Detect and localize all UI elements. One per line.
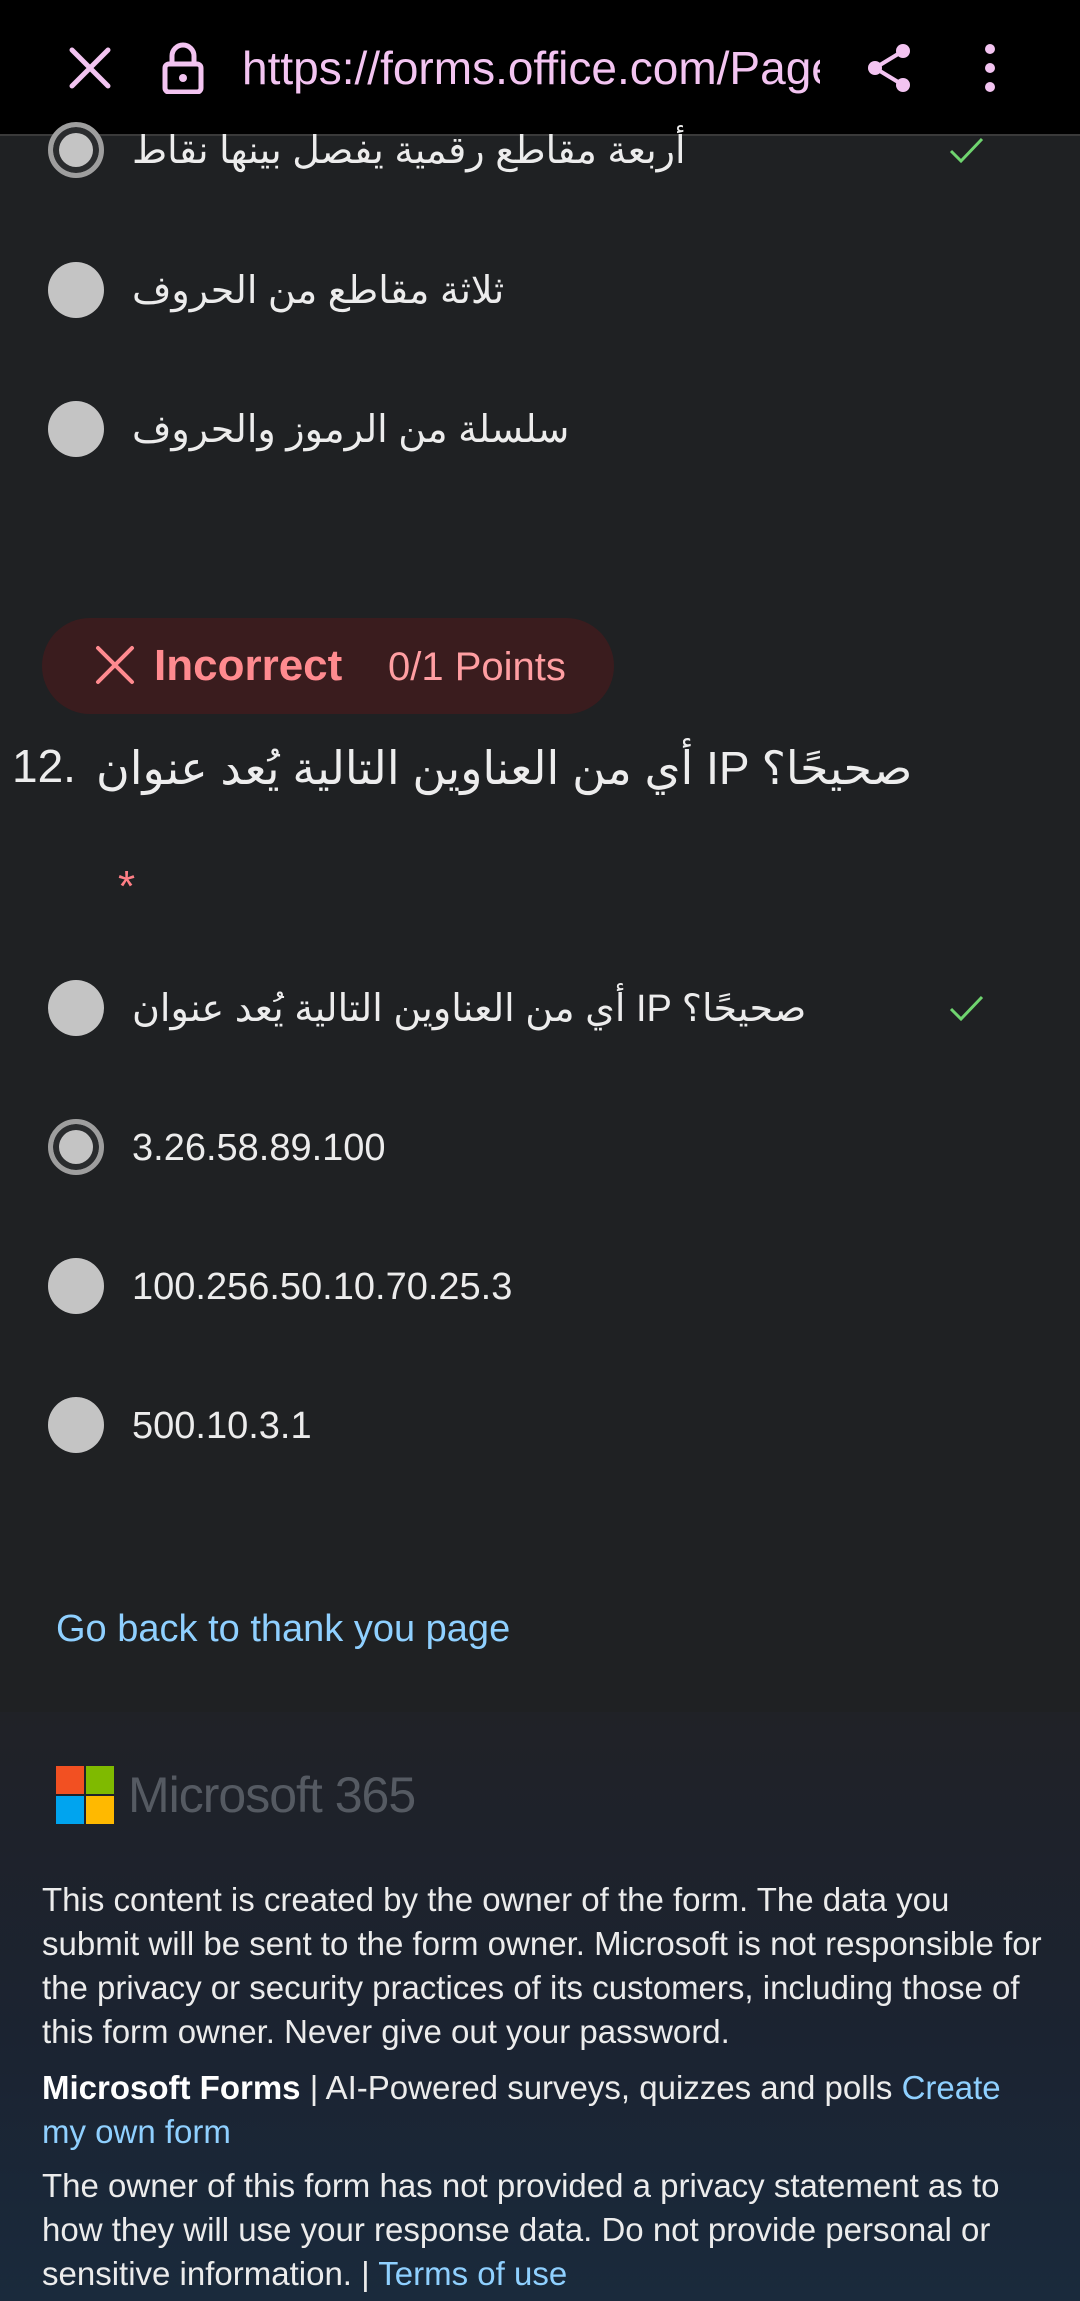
url-bar[interactable]: https://forms.office.com/Pages/ResponseP… (242, 38, 820, 98)
incorrect-x-icon (96, 646, 134, 684)
option-label: ثلاثة مقاطع من الحروف (132, 270, 505, 312)
option-label: أربعة مقاطع رقمية يفصل بينها نقاط (132, 130, 686, 172)
option-item[interactable]: 3.26.58.89.100 (0, 1087, 1080, 1207)
more-vertical-icon[interactable] (972, 40, 1008, 96)
option-label: 100.256.50.10.70.25.3 (132, 1266, 513, 1308)
radio-button[interactable] (48, 1397, 104, 1453)
radio-button[interactable] (48, 1258, 104, 1314)
radio-button[interactable] (48, 262, 104, 318)
result-badge: Incorrect 0/1 Points (42, 618, 614, 714)
result-points: 0/1 Points (388, 645, 566, 689)
product-line: Microsoft Forms | AI-Powered surveys, qu… (42, 2066, 1042, 2154)
terms-of-use-link[interactable]: Terms of use (378, 2255, 567, 2292)
microsoft-logo-icon (56, 1766, 114, 1824)
footer: Microsoft 365 This content is created by… (0, 1712, 1080, 2301)
radio-button-selected[interactable] (48, 1119, 104, 1175)
correct-check-icon (949, 137, 984, 164)
share-icon[interactable] (862, 40, 916, 96)
option-label: سلسلة من الرموز والحروف (132, 409, 570, 451)
option-item[interactable]: أي من العناوين التالية يُعد عنوان IP صحي… (0, 948, 1080, 1068)
option-item[interactable]: أربعة مقاطع رقمية يفصل بينها نقاط (0, 90, 1080, 210)
question-number: 12. (12, 740, 76, 792)
option-label: 500.10.3.1 (132, 1405, 312, 1447)
close-icon[interactable] (62, 40, 118, 96)
radio-button[interactable] (48, 401, 104, 457)
required-asterisk: * (118, 862, 136, 911)
correct-check-icon (949, 995, 984, 1022)
disclaimer-text: This content is created by the owner of … (42, 1881, 1042, 2050)
product-name: Microsoft Forms (42, 2069, 301, 2106)
product-tagline: | AI-Powered surveys, quizzes and polls (300, 2069, 902, 2106)
option-item[interactable]: 100.256.50.10.70.25.3 (0, 1226, 1080, 1346)
option-item[interactable]: سلسلة من الرموز والحروف (0, 369, 1080, 489)
lock-icon[interactable] (158, 40, 208, 96)
result-status: Incorrect (154, 641, 343, 690)
option-label: 3.26.58.89.100 (132, 1127, 386, 1169)
radio-button[interactable] (48, 980, 104, 1036)
brand-name: Microsoft 365 (128, 1767, 416, 1823)
option-item[interactable]: ثلاثة مقاطع من الحروف (0, 230, 1080, 350)
back-to-thank-you-link[interactable]: Go back to thank you page (56, 1604, 510, 1654)
radio-button-selected[interactable] (48, 122, 104, 178)
question-text: أي من العناوين التالية يُعد عنوان IP صحي… (96, 742, 913, 794)
option-item[interactable]: 500.10.3.1 (0, 1365, 1080, 1485)
option-label: أي من العناوين التالية يُعد عنوان IP صحي… (132, 988, 807, 1030)
privacy-text-block: The owner of this form has not provided … (42, 2164, 1042, 2296)
